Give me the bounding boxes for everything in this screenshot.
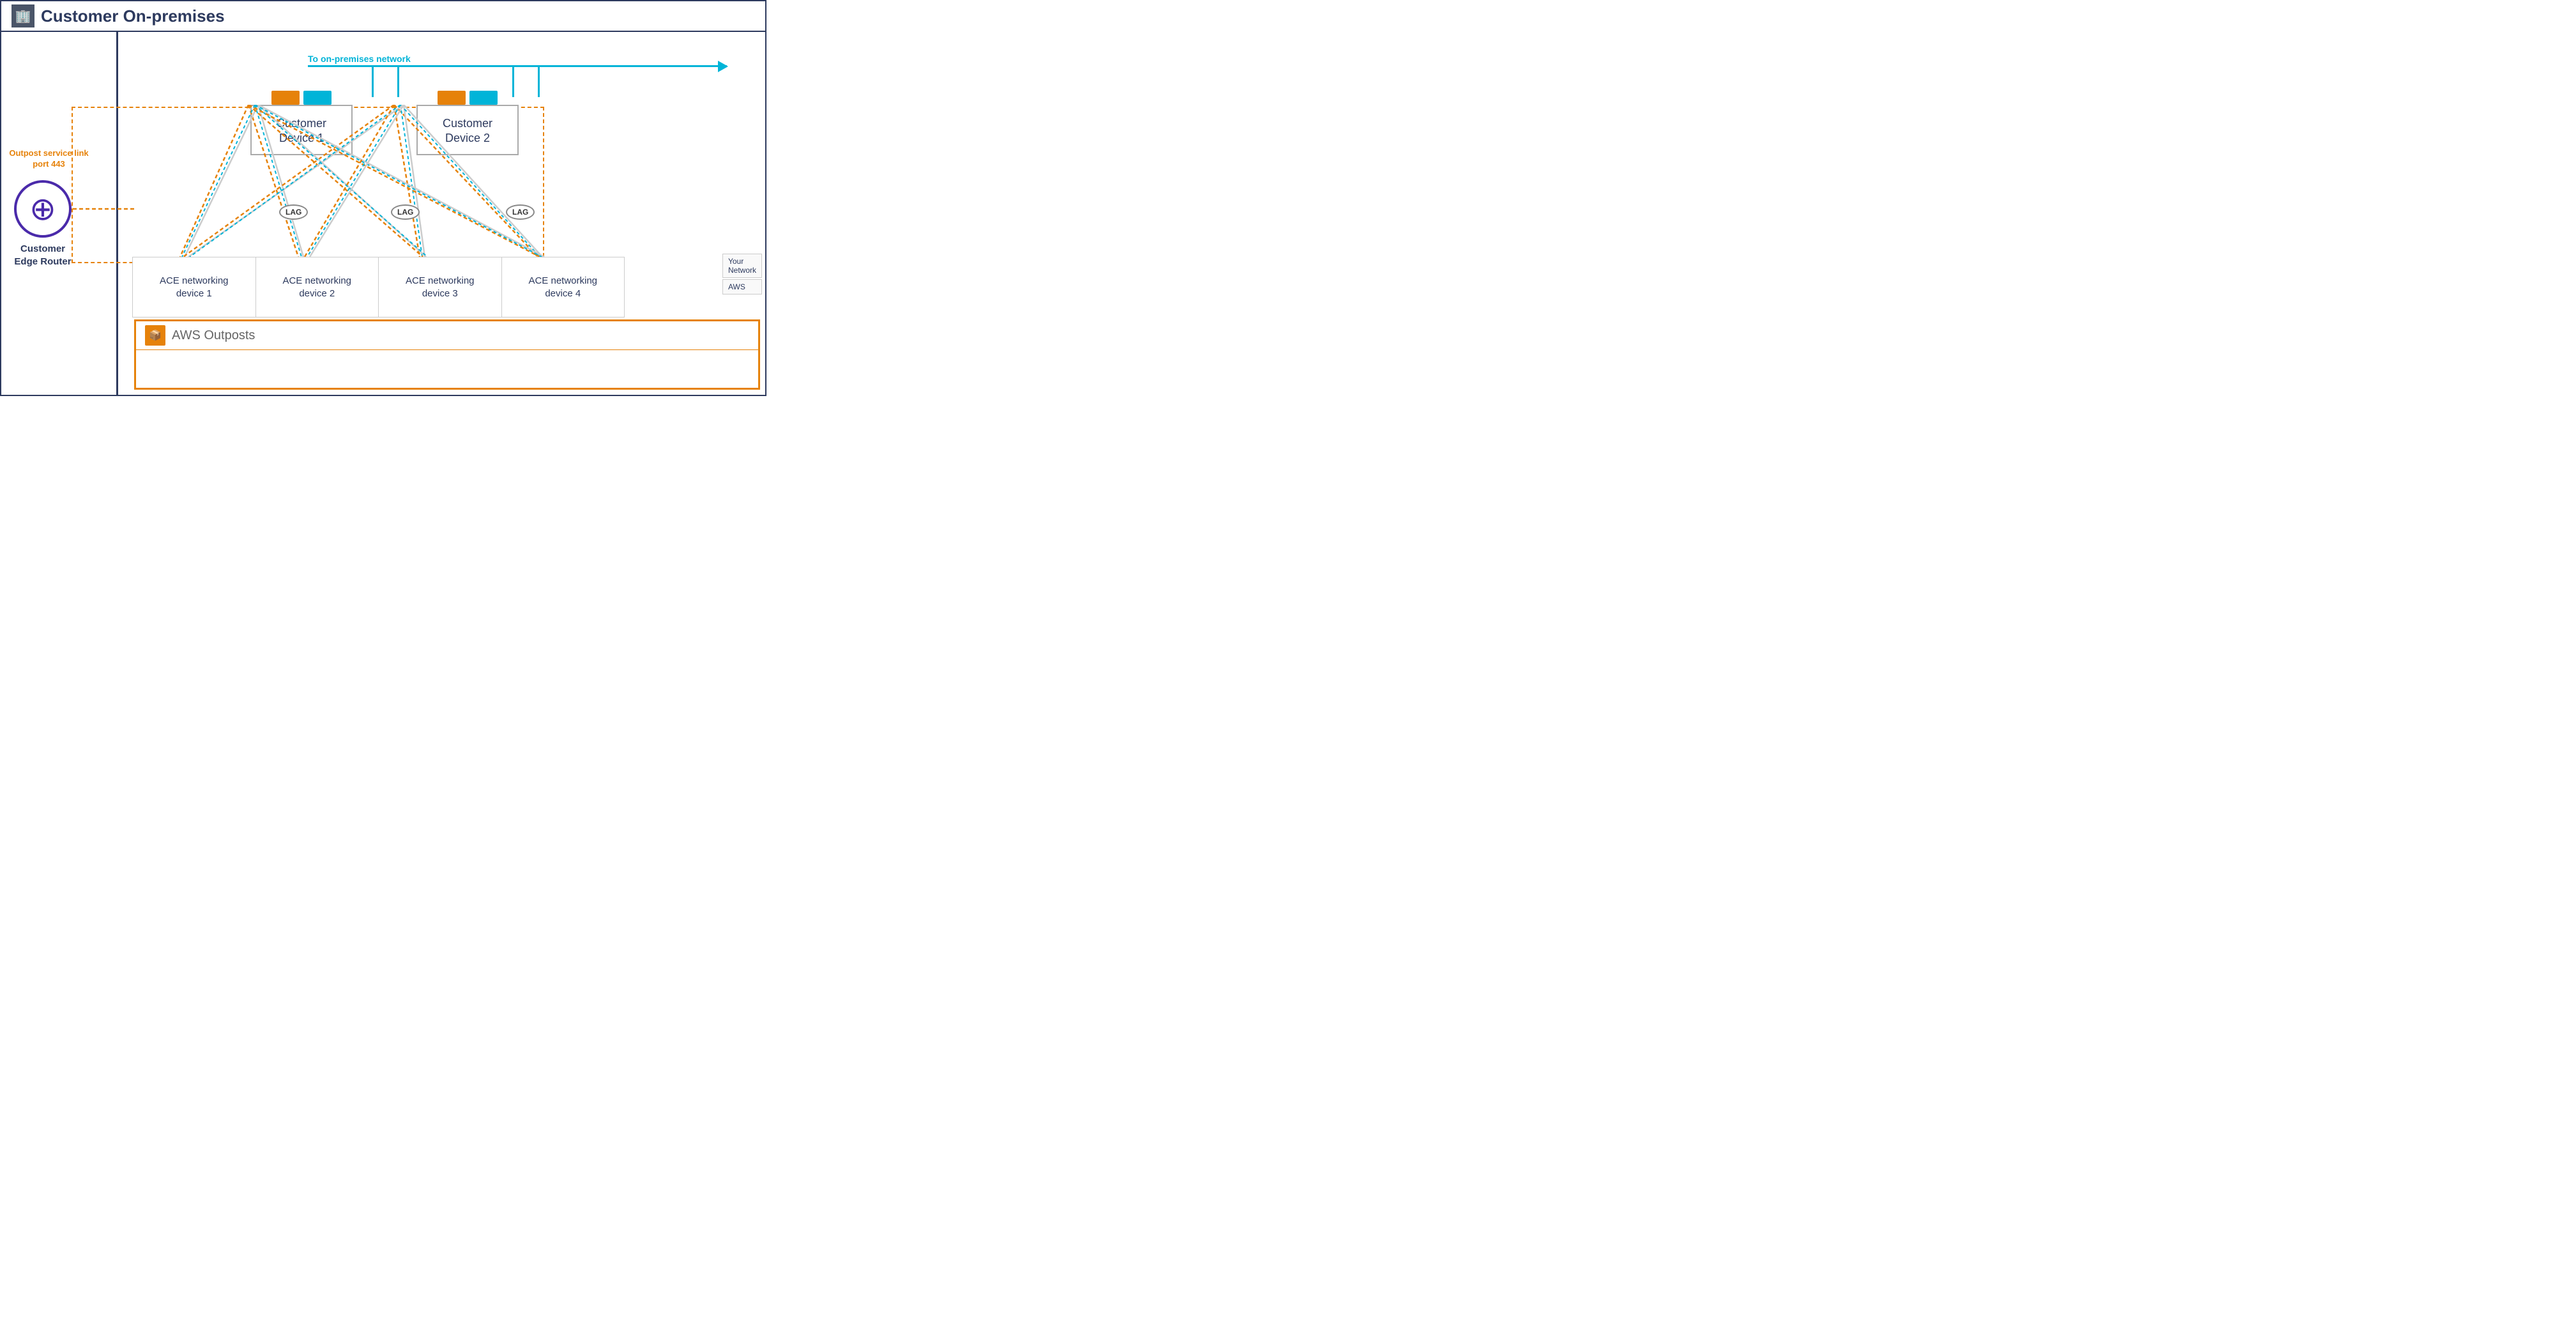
- device-1-ports: [271, 91, 332, 105]
- customer-device-2-box: Customer Device 2: [416, 105, 519, 155]
- port-cyan-1: [303, 91, 332, 105]
- lag-label-3: LAG: [506, 204, 535, 220]
- ace-device-2: ACE networking device 2: [256, 257, 379, 317]
- port-orange-2: [438, 91, 466, 105]
- router-icon: [14, 180, 72, 238]
- customer-device-2: Customer Device 2: [416, 91, 519, 155]
- ace-device-1: ACE networking device 1: [133, 257, 256, 317]
- port-orange-1: [271, 91, 300, 105]
- router-connector: [73, 199, 137, 218]
- right-labels: Your Network AWS: [722, 254, 762, 295]
- lag-label-1: LAG: [279, 204, 308, 220]
- cyan-arrow-line: [308, 65, 727, 67]
- router-label: Customer Edge Router: [14, 243, 71, 268]
- outposts-header: 📦 AWS Outposts: [136, 321, 758, 350]
- aws-label: AWS: [722, 279, 762, 295]
- port-cyan-2: [469, 91, 498, 105]
- customer-devices-row: Customer Device 1 Customer Device 2: [250, 91, 519, 155]
- lag-label-2: LAG: [391, 204, 420, 220]
- ace-devices-row: ACE networking device 1 ACE networking d…: [132, 257, 625, 318]
- outposts-body: [136, 350, 758, 388]
- your-network-label: Your Network: [722, 254, 762, 278]
- customer-onpremises-header: 🏢 Customer On-premises: [1, 1, 765, 32]
- device-2-ports: [438, 91, 498, 105]
- page-title: Customer On-premises: [41, 6, 225, 26]
- customer-device-1: Customer Device 1: [250, 91, 353, 155]
- outposts-icon: 📦: [145, 325, 165, 346]
- customer-device-1-box: Customer Device 1: [250, 105, 353, 155]
- outposts-title: AWS Outposts: [172, 328, 255, 343]
- cyan-vertical-4: [538, 65, 540, 97]
- aws-outposts-section: 📦 AWS Outposts: [134, 319, 760, 390]
- onpremises-arrow-label: To on-premises network: [308, 54, 411, 64]
- building-icon: 🏢: [11, 4, 34, 27]
- outpost-service-link-label: Outpost service link port 443: [3, 148, 95, 170]
- ace-device-3: ACE networking device 3: [379, 257, 502, 317]
- customer-edge-router: Customer Edge Router: [14, 180, 72, 268]
- diagram-container: 🏢 Customer On-premises Outpost service l…: [0, 0, 766, 396]
- ace-device-4: ACE networking device 4: [502, 257, 625, 317]
- left-vertical-line: [116, 32, 118, 395]
